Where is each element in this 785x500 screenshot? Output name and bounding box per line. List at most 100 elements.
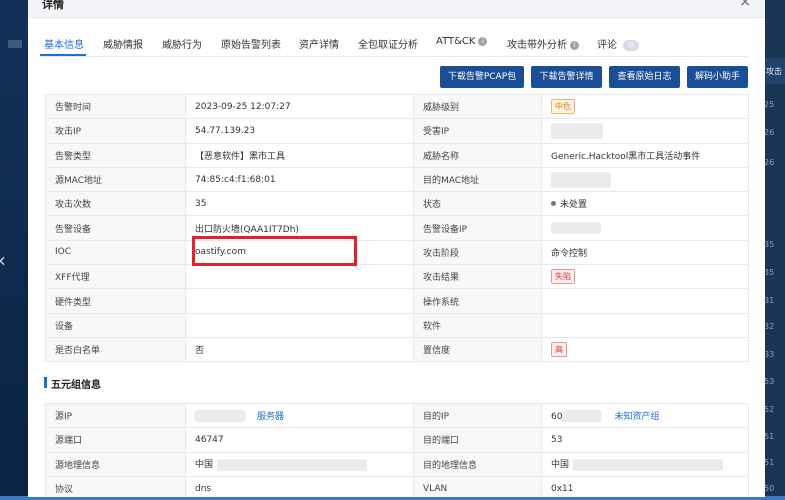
table-row: 源端口 46747 目的端口 53	[45, 427, 749, 453]
dst-ip-asset-link[interactable]: 未知资产组	[614, 412, 659, 422]
table-row: 源IP 服务器 目的IP 60 未知资产组	[45, 402, 749, 429]
attack-ip-value: 54.77.139.23	[185, 118, 414, 144]
attack-result-tag: 失陷	[551, 269, 575, 285]
download-detail-button[interactable]: 下载告警详情	[531, 66, 602, 88]
table-row: 源MAC地址 74:85:c4:f1:68:01 目的MAC地址	[45, 166, 749, 193]
software-value	[541, 312, 749, 338]
field-label: 攻击结果	[413, 264, 542, 290]
redacted-value	[551, 222, 601, 235]
tab-threat-behavior[interactable]: 威胁行为	[162, 36, 202, 51]
status-dot-icon	[551, 201, 556, 207]
status-cell: 未处置	[541, 191, 749, 217]
field-label: 攻击阶段	[413, 239, 542, 266]
tab-attck[interactable]: ATT&CK i	[436, 36, 488, 47]
tab-comments[interactable]: 评论 0	[597, 36, 639, 51]
field-label: 目的MAC地址	[413, 166, 542, 193]
threat-level-tag: 中危	[551, 99, 575, 115]
download-pcap-button[interactable]: 下载告警PCAP包	[440, 66, 524, 88]
alert-time-value: 2023-09-25 12:07:27	[185, 93, 414, 120]
os-value	[541, 288, 749, 314]
threat-level-cell: 中危	[541, 93, 749, 120]
background-number: 32	[764, 322, 775, 331]
hardware-type-value	[185, 288, 414, 314]
tab-out-of-band-analysis[interactable]: 攻击带外分析 i	[507, 36, 579, 51]
confidence-cell: 高	[541, 336, 749, 363]
status-value: 未处置	[560, 200, 588, 211]
src-ip-asset-link[interactable]: 服务器	[257, 412, 284, 422]
src-port-value: 46747	[185, 427, 414, 453]
field-label: 告警设备IP	[413, 215, 542, 241]
background-left-mark	[8, 40, 22, 48]
info-icon: i	[570, 41, 579, 50]
redacted-value	[217, 458, 368, 471]
tab-asset-details[interactable]: 资产详情	[299, 36, 339, 51]
field-label: 目的IP	[413, 402, 542, 429]
active-tab-indicator	[40, 54, 86, 56]
field-label: 源IP	[45, 402, 186, 429]
threat-name-value: Generic.Hacktool黑市工具活动事件	[541, 142, 749, 168]
field-label: 攻击IP	[45, 118, 186, 144]
section-marker	[44, 377, 47, 388]
table-row: 源地理信息 中国 目的地理信息 中国	[45, 451, 749, 477]
field-label: 受害IP	[413, 118, 542, 144]
dst-geo-value: 中国	[551, 460, 570, 471]
alert-type-value: 【恶意软件】黑市工具	[185, 142, 414, 168]
dst-geo-cell: 中国	[541, 451, 749, 477]
background-left-panel: ‹	[0, 0, 28, 500]
five-tuple-table: 源IP 服务器 目的IP 60 未知资产组 源端口 46747 目的端口 53 源…	[45, 402, 749, 497]
tab-comments-label: 评论	[597, 40, 617, 51]
background-arrow-icon: ‹	[0, 250, 6, 270]
xff-value	[185, 264, 414, 290]
redacted-value	[551, 122, 603, 139]
field-label: 源端口	[45, 427, 186, 453]
field-label: 状态	[413, 191, 542, 217]
basic-info-table: 告警时间 2023-09-25 12:07:27 威胁级别 中危 攻击IP 54…	[45, 93, 749, 363]
tab-raw-alert-list[interactable]: 原始告警列表	[221, 36, 281, 51]
tab-full-packet-forensics[interactable]: 全包取证分析	[358, 36, 418, 51]
field-label: 源MAC地址	[45, 166, 186, 193]
src-mac-value: 74:85:c4:f1:68:01	[185, 166, 414, 193]
table-row: 设备 软件	[45, 312, 749, 338]
field-label: 威胁级别	[413, 93, 542, 120]
field-label: 威胁名称	[413, 142, 542, 168]
field-label: 设备	[45, 312, 186, 338]
tab-threat-intel[interactable]: 威胁情报	[103, 36, 143, 51]
table-row: 告警类型 【恶意软件】黑市工具 威胁名称 Generic.Hacktool黑市工…	[45, 142, 749, 168]
alert-detail-modal: 详情 × 基本信息 威胁情报 威胁行为 原始告警列表 资产详情 全包取证分析 A…	[28, 0, 765, 497]
tab-attck-label: ATT&CK	[436, 36, 476, 47]
redacted-value	[573, 458, 724, 471]
src-ip-cell: 服务器	[185, 402, 414, 429]
field-label: IOC	[45, 239, 186, 266]
dst-port-value: 53	[541, 427, 749, 453]
field-label: 攻击次数	[45, 191, 186, 217]
field-label: 是否白名单	[45, 336, 186, 363]
ioc-highlight-box	[192, 236, 357, 266]
protocol-value: dns	[185, 475, 414, 497]
table-row: 攻击IP 54.77.139.23 受害IP	[45, 118, 749, 144]
close-icon[interactable]: ×	[739, 0, 751, 10]
table-row: XFF代理 攻击结果 失陷	[45, 264, 749, 290]
attack-count-value: 35	[185, 191, 414, 217]
background-number: 50	[764, 484, 775, 493]
background-number: 25	[764, 100, 775, 109]
field-label: 置信度	[413, 336, 542, 363]
tab-basic-info[interactable]: 基本信息	[44, 36, 84, 51]
whitelist-value: 否	[185, 336, 414, 363]
field-label: XFF代理	[45, 264, 186, 290]
table-row: 告警时间 2023-09-25 12:07:27 威胁级别 中危	[45, 93, 749, 120]
background-right-header: 攻击	[763, 58, 785, 84]
comment-count-badge: 0	[623, 40, 639, 51]
field-label: 协议	[45, 475, 186, 497]
field-label: 目的地理信息	[413, 451, 542, 477]
src-geo-value: 中国	[195, 460, 214, 471]
info-icon: i	[478, 37, 488, 46]
view-raw-log-button[interactable]: 查看原始日志	[609, 66, 680, 88]
redacted-value	[551, 171, 611, 188]
tab-bar: 基本信息 威胁情报 威胁行为 原始告警列表 资产详情 全包取证分析 ATT&CK…	[40, 30, 748, 57]
field-label: 告警时间	[45, 93, 186, 120]
decode-helper-button[interactable]: 解码小助手	[687, 66, 748, 88]
background-number: 51	[764, 432, 775, 441]
redacted-value	[562, 410, 603, 423]
table-row: 硬件类型 操作系统	[45, 288, 749, 314]
attack-stage-value: 命令控制	[541, 239, 749, 266]
